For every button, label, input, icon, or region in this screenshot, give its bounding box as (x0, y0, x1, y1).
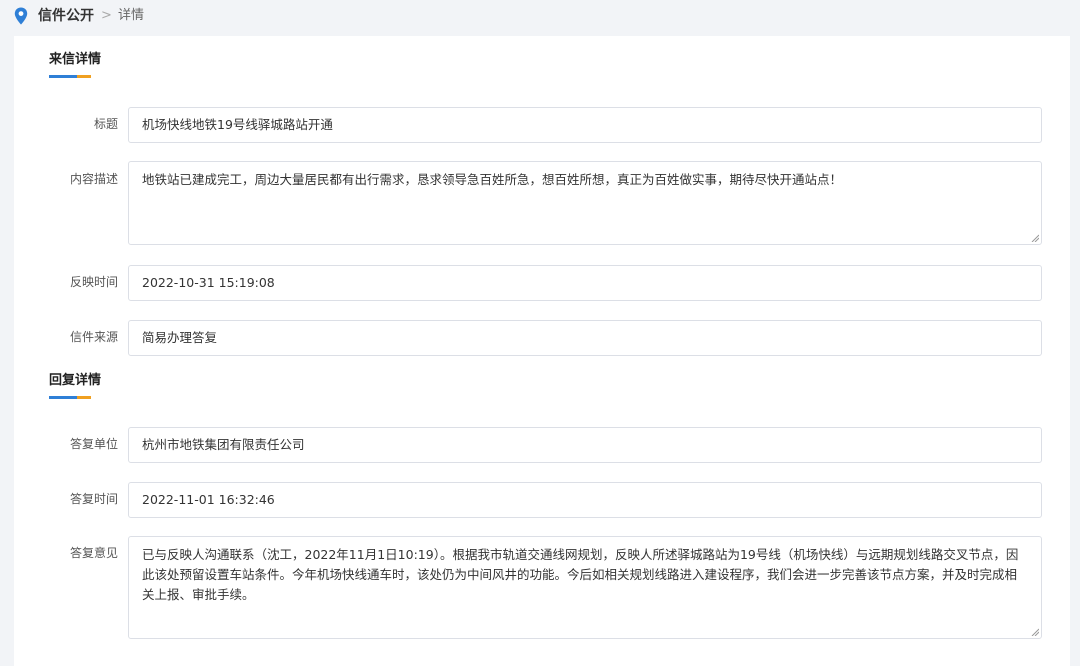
letter-section-title: 来信详情 (49, 52, 102, 67)
resize-grip-icon[interactable] (1031, 628, 1039, 636)
reply-opinion-text: 已与反映人沟通联系（沈工，2022年11月1日10:19）。根据我市轨道交通线网… (142, 547, 1019, 602)
breadcrumb-root-link[interactable]: 信件公开 (38, 7, 94, 25)
reply-unit-field[interactable]: 杭州市地铁集团有限责任公司 (128, 427, 1042, 463)
reply-unit-label: 答复单位 (69, 437, 118, 451)
source-field[interactable]: 简易办理答复 (128, 320, 1042, 356)
report-time-field[interactable]: 2022-10-31 15:19:08 (128, 265, 1042, 301)
reply-time-label: 答复时间 (69, 492, 118, 506)
description-text: 地铁站已建成完工，周边大量居民都有出行需求，恳求领导急百姓所急，想百姓所想，真正… (142, 172, 843, 187)
location-pin-icon (14, 7, 28, 25)
breadcrumb-current: 详情 (118, 8, 145, 23)
reply-section-title: 回复详情 (49, 373, 102, 388)
description-textarea[interactable]: 地铁站已建成完工，周边大量居民都有出行需求，恳求领导急百姓所急，想百姓所想，真正… (128, 161, 1042, 245)
breadcrumb: 信件公开 > 详情 (0, 0, 1080, 34)
source-label: 信件来源 (69, 330, 118, 344)
report-time-label: 反映时间 (69, 275, 118, 289)
detail-card: 来信详情 标题 机场快线地铁19号线驿城路站开通 内容描述 地铁站已建成完工，周… (14, 36, 1070, 666)
title-field[interactable]: 机场快线地铁19号线驿城路站开通 (128, 107, 1042, 143)
reply-opinion-textarea[interactable]: 已与反映人沟通联系（沈工，2022年11月1日10:19）。根据我市轨道交通线网… (128, 536, 1042, 639)
title-label: 标题 (93, 117, 118, 131)
reply-section-underline (49, 396, 91, 399)
reply-time-field[interactable]: 2022-11-01 16:32:46 (128, 482, 1042, 518)
resize-grip-icon[interactable] (1031, 234, 1039, 242)
letter-section-underline (49, 75, 91, 78)
reply-opinion-label: 答复意见 (69, 546, 118, 560)
description-label: 内容描述 (69, 172, 118, 186)
breadcrumb-separator: > (101, 8, 112, 23)
